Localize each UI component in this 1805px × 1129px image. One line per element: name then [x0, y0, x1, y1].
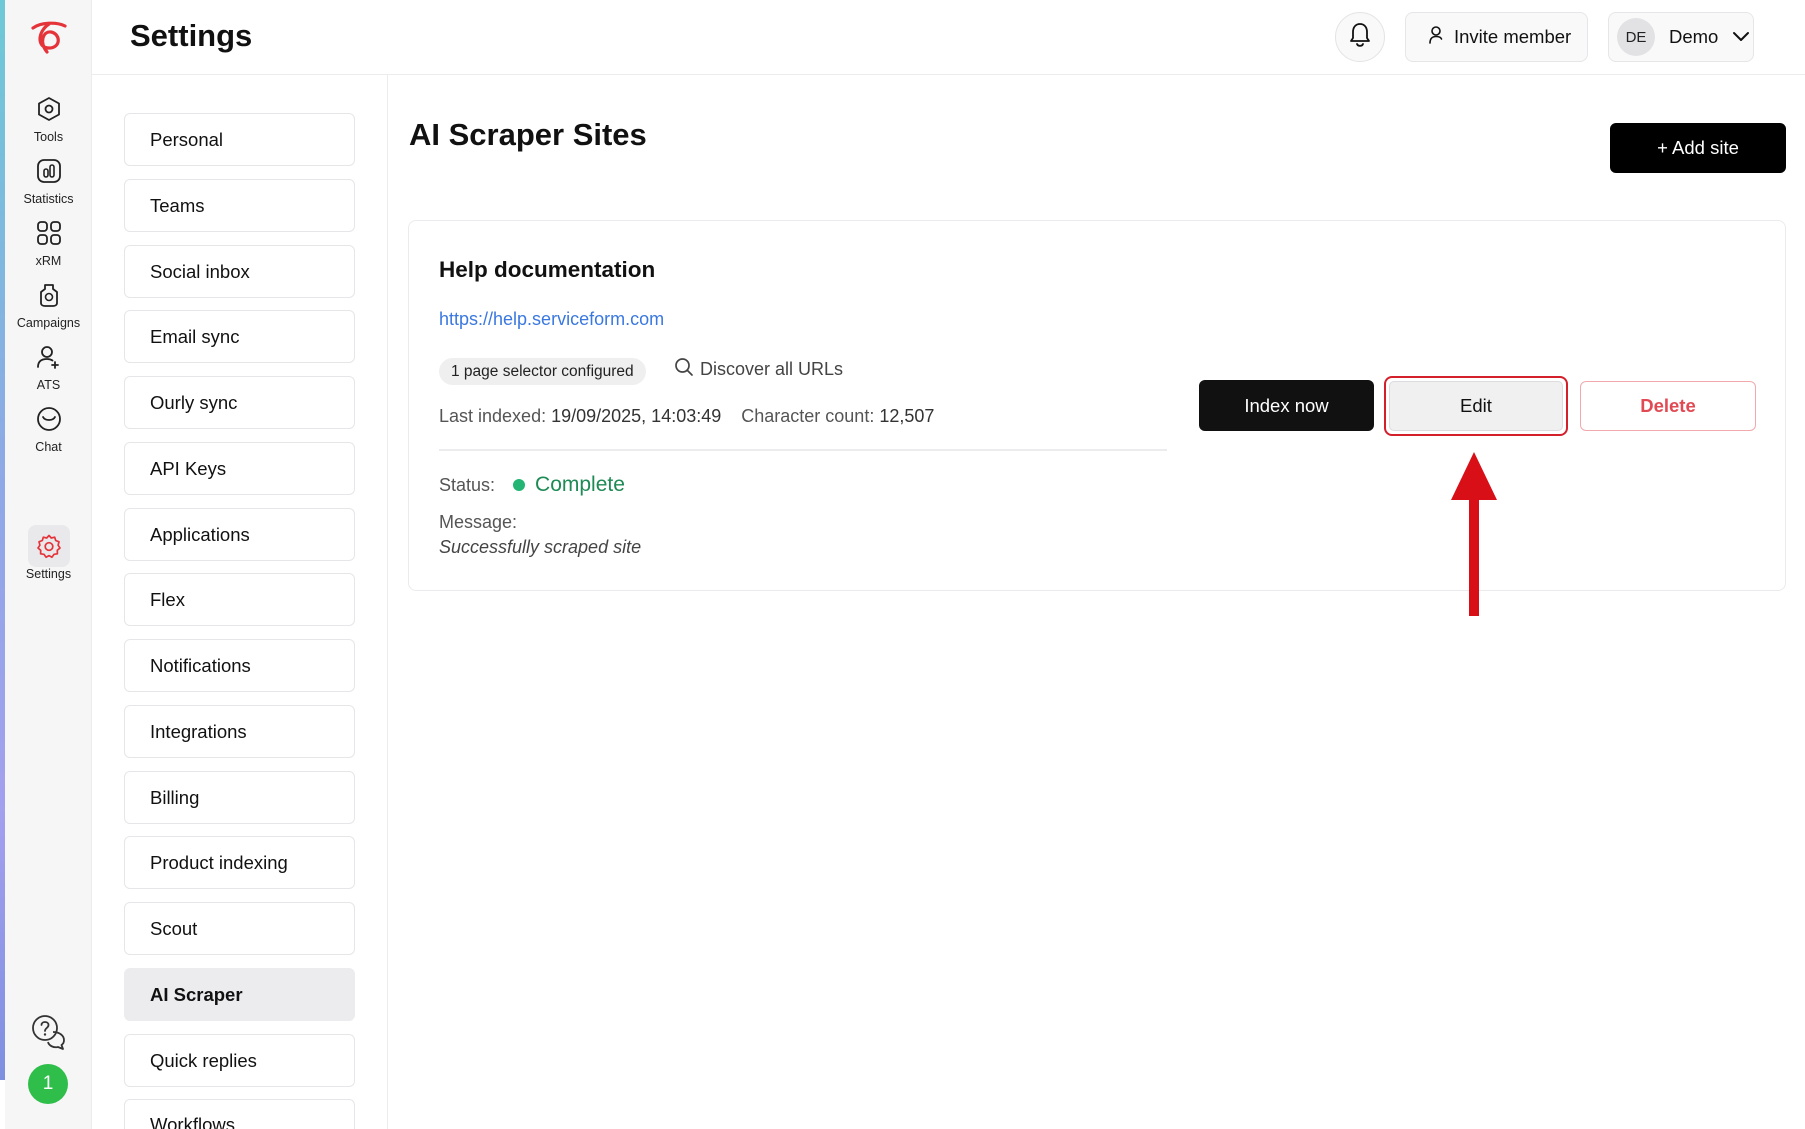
discover-urls-button[interactable]: Discover all URLs: [674, 357, 843, 382]
settings-nav-integrations[interactable]: Integrations: [124, 705, 355, 758]
settings-nav-social-inbox[interactable]: Social inbox: [124, 245, 355, 298]
hexagon-icon: [28, 88, 70, 130]
status-label: Status:: [439, 474, 496, 495]
grid-icon: [28, 212, 70, 254]
help-chat-icon[interactable]: [27, 1010, 71, 1054]
edit-button[interactable]: Edit: [1389, 381, 1563, 431]
campaign-icon: [28, 274, 70, 316]
chart-icon: [28, 150, 70, 192]
settings-nav-quick-replies[interactable]: Quick replies: [124, 1034, 355, 1087]
status-row: Status: Complete: [439, 473, 625, 497]
settings-nav-email-sync[interactable]: Email sync: [124, 310, 355, 363]
settings-nav-personal[interactable]: Personal: [124, 113, 355, 166]
user-name: Demo: [1669, 26, 1719, 47]
avatar: DE: [1617, 18, 1655, 56]
edit-highlight: Edit: [1384, 376, 1568, 436]
character-count-label: Character count:: [741, 406, 875, 426]
character-count-value: 12,507: [879, 406, 935, 426]
rail-item-ats[interactable]: ATS: [5, 336, 92, 404]
search-icon: [674, 357, 694, 382]
rail-item-settings[interactable]: Settings: [5, 525, 92, 593]
message-label: Message:: [439, 512, 518, 532]
section-title: AI Scraper Sites: [409, 117, 647, 152]
notification-count-badge[interactable]: 1: [28, 1064, 68, 1104]
bell-icon: [1348, 22, 1372, 53]
user-add-icon: [28, 336, 70, 378]
settings-nav-api-keys[interactable]: API Keys: [124, 442, 355, 495]
chat-icon: [28, 398, 70, 440]
settings-nav-ai-scraper[interactable]: AI Scraper: [124, 968, 355, 1021]
site-name: Help documentation: [439, 257, 656, 282]
settings-nav-applications[interactable]: Applications: [124, 508, 355, 561]
settings-nav-billing[interactable]: Billing: [124, 771, 355, 824]
settings-nav-teams[interactable]: Teams: [124, 179, 355, 232]
index-meta: Last indexed: 19/09/2025, 14:03:49 Chara…: [439, 406, 934, 427]
last-indexed-value: 19/09/2025, 14:03:49: [551, 406, 722, 426]
rail-item-label: Chat: [35, 440, 62, 454]
settings-nav-scout[interactable]: Scout: [124, 902, 355, 955]
up-arrow-icon: [1449, 450, 1499, 618]
settings-nav: Personal Teams Social inbox Email sync O…: [92, 75, 388, 1129]
delete-button[interactable]: Delete: [1580, 381, 1756, 431]
invite-member-label: Invite member: [1454, 26, 1572, 47]
settings-nav-workflows[interactable]: Workflows: [124, 1099, 355, 1129]
top-bar: Settings Invite member DE Demo: [92, 0, 1805, 75]
settings-nav-ourly-sync[interactable]: Ourly sync: [124, 376, 355, 429]
rail-item-chat[interactable]: Chat: [5, 398, 92, 466]
status-dot-icon: [513, 479, 526, 491]
invite-member-button[interactable]: Invite member: [1405, 12, 1588, 62]
page-title: Settings: [130, 18, 253, 53]
status-value: Complete: [535, 473, 625, 496]
settings-nav-flex[interactable]: Flex: [124, 573, 355, 626]
site-card: Help documentation https://help.servicef…: [408, 220, 1786, 591]
message-value: Successfully scraped site: [439, 537, 642, 557]
discover-urls-label: Discover all URLs: [700, 359, 844, 379]
index-now-button[interactable]: Index now: [1199, 380, 1374, 431]
add-site-button[interactable]: + Add site: [1610, 123, 1786, 173]
rail-item-label: ATS: [36, 378, 61, 392]
user-icon: [1428, 25, 1444, 50]
site-url-link[interactable]: https://help.serviceform.com: [439, 309, 664, 330]
user-menu-button[interactable]: DE Demo: [1608, 12, 1754, 62]
notifications-button[interactable]: [1335, 12, 1385, 62]
last-indexed-label: Last indexed:: [439, 406, 547, 426]
rail-item-label: xRM: [35, 254, 62, 268]
chevron-down-icon: [1732, 26, 1750, 48]
character-count: Character count: 12,507: [741, 406, 934, 427]
last-indexed: Last indexed: 19/09/2025, 14:03:49: [439, 406, 721, 427]
rail-item-label: Tools: [33, 130, 64, 144]
divider: [439, 449, 1167, 451]
gear-icon: [27, 525, 70, 567]
app-logo[interactable]: [27, 18, 71, 56]
app-rail: Tools Statistics xRM Campaigns ATS Chat: [5, 0, 92, 1129]
rail-item-label: Campaigns: [16, 316, 81, 330]
rail-item-tools[interactable]: Tools: [5, 88, 92, 156]
rail-item-campaigns[interactable]: Campaigns: [5, 274, 92, 342]
rail-item-xrm[interactable]: xRM: [5, 212, 92, 280]
selector-badge: 1 page selector configured: [439, 358, 646, 385]
settings-nav-notifications[interactable]: Notifications: [124, 639, 355, 692]
rail-item-statistics[interactable]: Statistics: [5, 150, 92, 218]
rail-item-label: Statistics: [23, 192, 74, 206]
settings-nav-product-indexing[interactable]: Product indexing: [124, 836, 355, 889]
rail-item-label: Settings: [25, 567, 72, 581]
status-badge: Complete: [513, 473, 625, 497]
